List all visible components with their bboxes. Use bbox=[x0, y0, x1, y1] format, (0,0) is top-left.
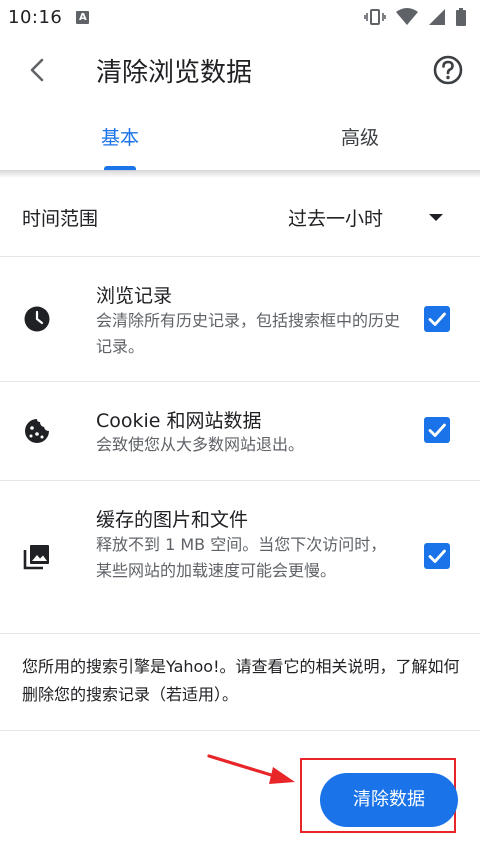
option-description: 会清除所有历史记录，包括搜索框中的历史记录。 bbox=[96, 311, 401, 356]
status-icons bbox=[364, 8, 466, 26]
app-bar: 清除浏览数据 bbox=[0, 34, 480, 106]
battery-icon bbox=[456, 8, 466, 26]
cookie-icon bbox=[25, 419, 49, 443]
status-time: 10:16 bbox=[8, 6, 63, 28]
images-icon bbox=[23, 545, 49, 570]
clock-icon bbox=[24, 306, 50, 332]
checkbox-cached-images[interactable] bbox=[424, 543, 450, 569]
tab-basic[interactable]: 基本 bbox=[0, 106, 240, 170]
checkbox-cookies[interactable] bbox=[424, 417, 450, 443]
cell-signal-icon bbox=[429, 9, 445, 25]
option-cached-images[interactable]: 缓存的图片和文件 释放不到 1 MB 空间。当您下次访问时，某些网站的加载速度可… bbox=[0, 481, 480, 633]
clear-data-button[interactable]: 清除数据 bbox=[320, 773, 458, 827]
divider bbox=[0, 730, 480, 731]
dropdown-caret-icon[interactable] bbox=[429, 214, 443, 221]
time-range-label: 时间范围 bbox=[22, 208, 99, 230]
search-engine-note: 您所用的搜索引擎是Yahoo!。请查看它的相关说明，了解如何删除您的搜索记录（若… bbox=[22, 657, 460, 704]
page-title: 清除浏览数据 bbox=[96, 58, 253, 88]
option-description: 释放不到 1 MB 空间。当您下次访问时，某些网站的加载速度可能会更慢。 bbox=[96, 535, 387, 580]
option-cookies[interactable]: Cookie 和网站数据 会致使您从大多数网站退出。 bbox=[0, 382, 480, 480]
checkbox-browsing-history[interactable] bbox=[424, 306, 450, 332]
time-range-row[interactable]: 时间范围 过去一小时 bbox=[0, 178, 480, 256]
vibrate-icon bbox=[364, 9, 386, 25]
option-browsing-history[interactable]: 浏览记录 会清除所有历史记录，包括搜索框中的历史记录。 bbox=[0, 257, 480, 381]
help-icon[interactable] bbox=[430, 52, 466, 88]
notification-badge-icon: A bbox=[76, 10, 90, 24]
option-title: 缓存的图片和文件 bbox=[96, 509, 249, 531]
tab-bar: 基本 高级 bbox=[0, 106, 480, 171]
option-title: Cookie 和网站数据 bbox=[96, 410, 262, 432]
status-bar: 10:16 A bbox=[0, 0, 480, 34]
wifi-icon bbox=[396, 8, 418, 25]
tab-advanced[interactable]: 高级 bbox=[240, 106, 480, 170]
annotation-arrow-icon bbox=[207, 754, 295, 784]
option-title: 浏览记录 bbox=[96, 285, 173, 307]
time-range-select[interactable]: 过去一小时 bbox=[288, 204, 383, 231]
tab-bar-shadow bbox=[0, 170, 480, 178]
divider bbox=[0, 633, 480, 634]
option-description: 会致使您从大多数网站退出。 bbox=[96, 435, 305, 454]
back-arrow-icon[interactable] bbox=[22, 54, 54, 86]
